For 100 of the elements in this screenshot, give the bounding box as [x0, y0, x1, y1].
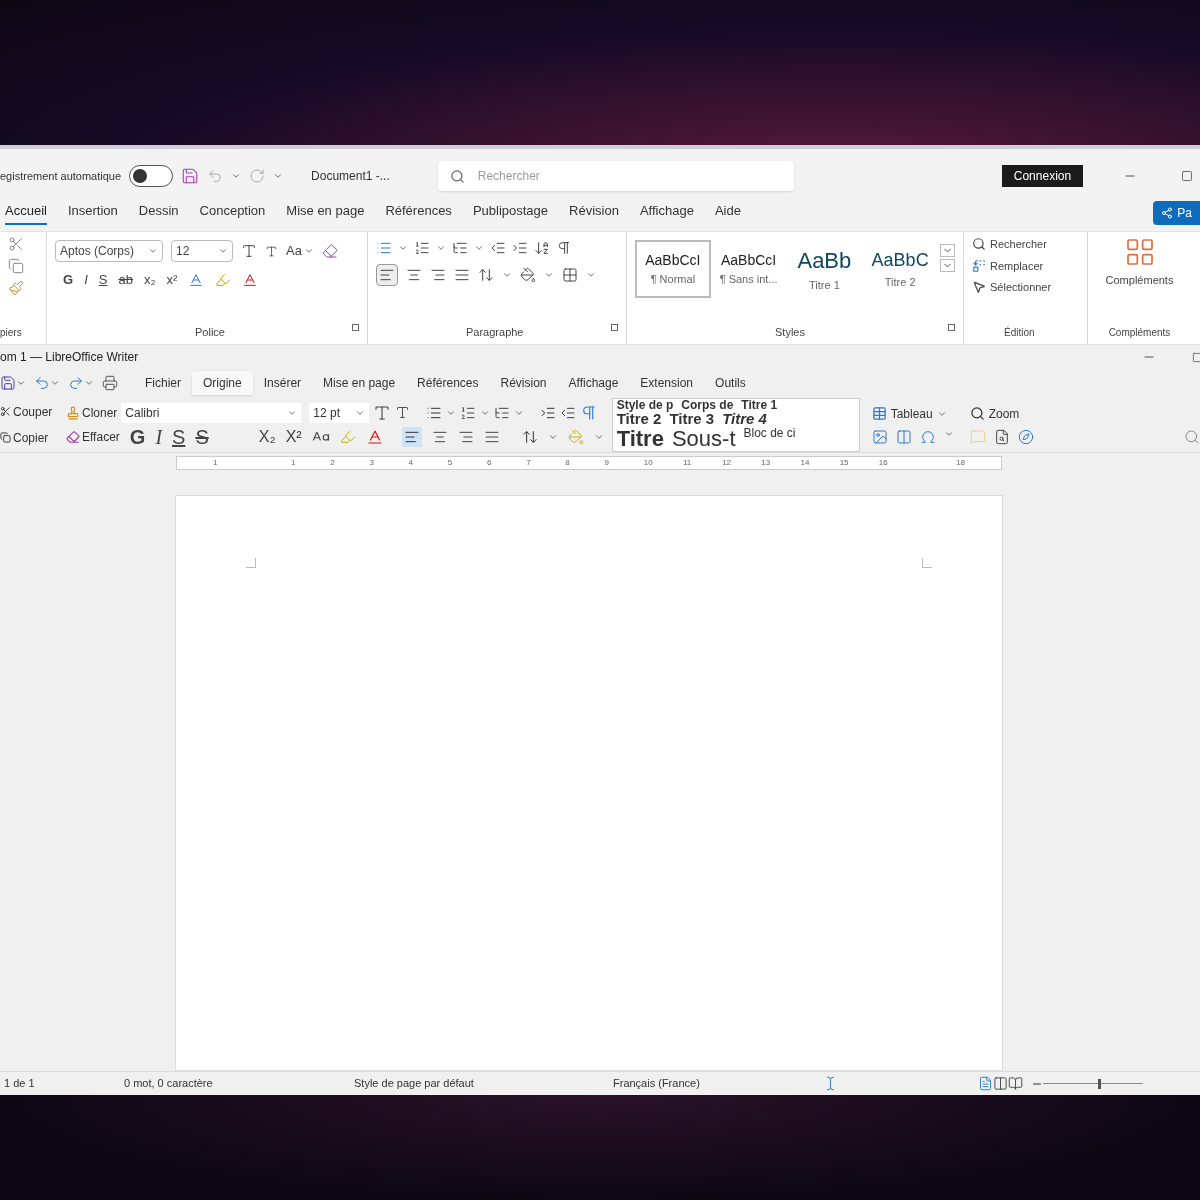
- menu-tab[interactable]: Références: [406, 371, 490, 395]
- increase-indent-icon[interactable]: [512, 240, 528, 256]
- menu-tab[interactable]: Mise en page: [312, 371, 407, 395]
- redo-icon[interactable]: [68, 375, 84, 391]
- clear-format-icon[interactable]: [321, 243, 338, 259]
- style-preview[interactable]: Titre 1: [741, 398, 778, 412]
- signin-button[interactable]: Connexion: [1001, 165, 1084, 187]
- caret-icon[interactable]: [544, 270, 554, 280]
- style-preview[interactable]: Sous-t: [671, 427, 736, 451]
- launcher-icon[interactable]: [948, 323, 955, 331]
- change-case-button[interactable]: Aa: [286, 241, 314, 261]
- caret-icon[interactable]: [502, 270, 512, 280]
- font-size-field[interactable]: 12 pt: [309, 402, 370, 423]
- cut-button[interactable]: Couper: [0, 402, 58, 421]
- undo-icon[interactable]: [207, 168, 224, 184]
- redo-icon[interactable]: [249, 168, 266, 184]
- format-button[interactable]: X₂: [258, 428, 276, 445]
- maximize-icon[interactable]: [1192, 351, 1200, 363]
- decrease-indent-icon[interactable]: [490, 240, 506, 256]
- grow-font-icon[interactable]: [373, 403, 392, 422]
- format-button[interactable]: X²: [285, 428, 302, 445]
- menu-tab[interactable]: Extension: [629, 371, 705, 395]
- align-left-icon[interactable]: [376, 264, 398, 286]
- launcher-icon[interactable]: [611, 323, 618, 331]
- caret-icon[interactable]: [50, 378, 60, 388]
- search-field[interactable]: Rechercher: [437, 161, 794, 191]
- edit-command[interactable]: Sélectionner: [972, 279, 1079, 296]
- format-button[interactable]: ab: [118, 270, 133, 290]
- bullets-icon[interactable]: [376, 240, 392, 256]
- single-page-view-icon[interactable]: [978, 1076, 993, 1091]
- grow-font-icon[interactable]: [241, 243, 257, 259]
- font-name-field[interactable]: Aptos (Corps): [55, 240, 163, 262]
- format-button[interactable]: I: [155, 426, 163, 447]
- ribbon-tab[interactable]: Affichage: [639, 201, 694, 225]
- style-preset[interactable]: AaBbC Titre 2: [862, 240, 938, 298]
- caret-icon[interactable]: [16, 378, 26, 388]
- background-color-icon[interactable]: [567, 428, 584, 445]
- edit-command[interactable]: Remplacer: [972, 257, 1079, 274]
- clear-format-button[interactable]: Effacer: [66, 427, 120, 446]
- caret-icon[interactable]: [398, 243, 408, 253]
- caret-icon[interactable]: [231, 171, 242, 181]
- caret-icon[interactable]: [436, 243, 446, 253]
- clone-button[interactable]: Cloner: [66, 403, 118, 422]
- style-preview[interactable]: Style de p: [616, 398, 674, 412]
- cut-icon[interactable]: [8, 236, 24, 252]
- format-button[interactable]: x₂: [143, 270, 156, 290]
- style-preset[interactable]: AaBb Titre 1: [786, 240, 863, 298]
- align-center-icon[interactable]: [406, 267, 422, 283]
- menu-tab[interactable]: Outils: [704, 371, 757, 395]
- maximize-icon[interactable]: [1181, 170, 1194, 182]
- style-preview[interactable]: Corps de: [681, 398, 734, 412]
- format-painter-icon[interactable]: [8, 280, 24, 296]
- caret-icon[interactable]: [474, 243, 484, 253]
- ribbon-tab[interactable]: Dessin: [138, 201, 179, 225]
- save-icon[interactable]: [0, 375, 16, 391]
- ribbon-tab[interactable]: Conception: [199, 201, 266, 225]
- navigator-icon[interactable]: [1017, 428, 1034, 445]
- menu-tab[interactable]: Affichage: [557, 371, 630, 395]
- undo-icon[interactable]: [34, 375, 50, 391]
- format-button[interactable]: x²: [166, 270, 178, 290]
- menu-tab[interactable]: Révision: [489, 371, 558, 395]
- ribbon-tab[interactable]: Aide: [714, 201, 741, 225]
- format-button[interactable]: S: [195, 426, 209, 447]
- ribbon-tab[interactable]: Mise en page: [286, 201, 365, 225]
- menu-tab[interactable]: Origine: [192, 371, 253, 395]
- menu-tab[interactable]: Fichier: [134, 371, 192, 395]
- style-preset[interactable]: AaBbCcI ¶ Normal: [635, 240, 711, 298]
- ribbon-tab[interactable]: Références: [385, 201, 452, 225]
- image-icon[interactable]: [871, 428, 888, 445]
- caret-icon[interactable]: [84, 378, 94, 388]
- font-name-field[interactable]: Calibri: [121, 402, 302, 423]
- format-button[interactable]: I: [84, 270, 88, 290]
- ribbon-tab[interactable]: Insertion: [67, 201, 118, 225]
- line-spacing-icon[interactable]: [478, 267, 494, 283]
- copy-button[interactable]: Copier: [0, 428, 58, 447]
- justify-icon[interactable]: [454, 267, 470, 283]
- more-styles-icon[interactable]: [940, 259, 955, 272]
- table-button[interactable]: Tableau: [871, 404, 954, 423]
- add-ins-button[interactable]: Compléments: [1105, 272, 1174, 289]
- style-gallery[interactable]: Style de p Corps de Titre 1 Titre 2 Titre 3 Titre 4 Titre Sous-t Bloc de ci: [611, 397, 860, 452]
- numbering-icon[interactable]: [460, 404, 477, 421]
- style-preview[interactable]: Titre 3: [669, 411, 715, 428]
- launcher-icon[interactable]: [352, 323, 359, 331]
- align-left-icon[interactable]: [401, 426, 422, 447]
- shrink-font-icon[interactable]: [395, 405, 411, 420]
- autosave-toggle[interactable]: [129, 165, 174, 187]
- shrink-font-icon[interactable]: [265, 244, 278, 258]
- caret-icon[interactable]: [273, 171, 284, 181]
- copy-icon[interactable]: [8, 258, 24, 274]
- zoom-slider[interactable]: [1043, 1077, 1143, 1090]
- share-button[interactable]: Pa: [1153, 201, 1200, 225]
- sort-icon[interactable]: [534, 240, 550, 256]
- caret-icon[interactable]: [303, 246, 314, 256]
- edit-command[interactable]: Rechercher: [972, 236, 1079, 253]
- ribbon-tab[interactable]: Accueil: [5, 201, 47, 225]
- ribbon-tab[interactable]: Révision: [569, 201, 619, 225]
- line-spacing-icon[interactable]: [521, 428, 538, 445]
- format-button[interactable]: G: [129, 426, 146, 447]
- caret-icon[interactable]: [148, 246, 158, 256]
- format-button[interactable]: G: [63, 270, 74, 290]
